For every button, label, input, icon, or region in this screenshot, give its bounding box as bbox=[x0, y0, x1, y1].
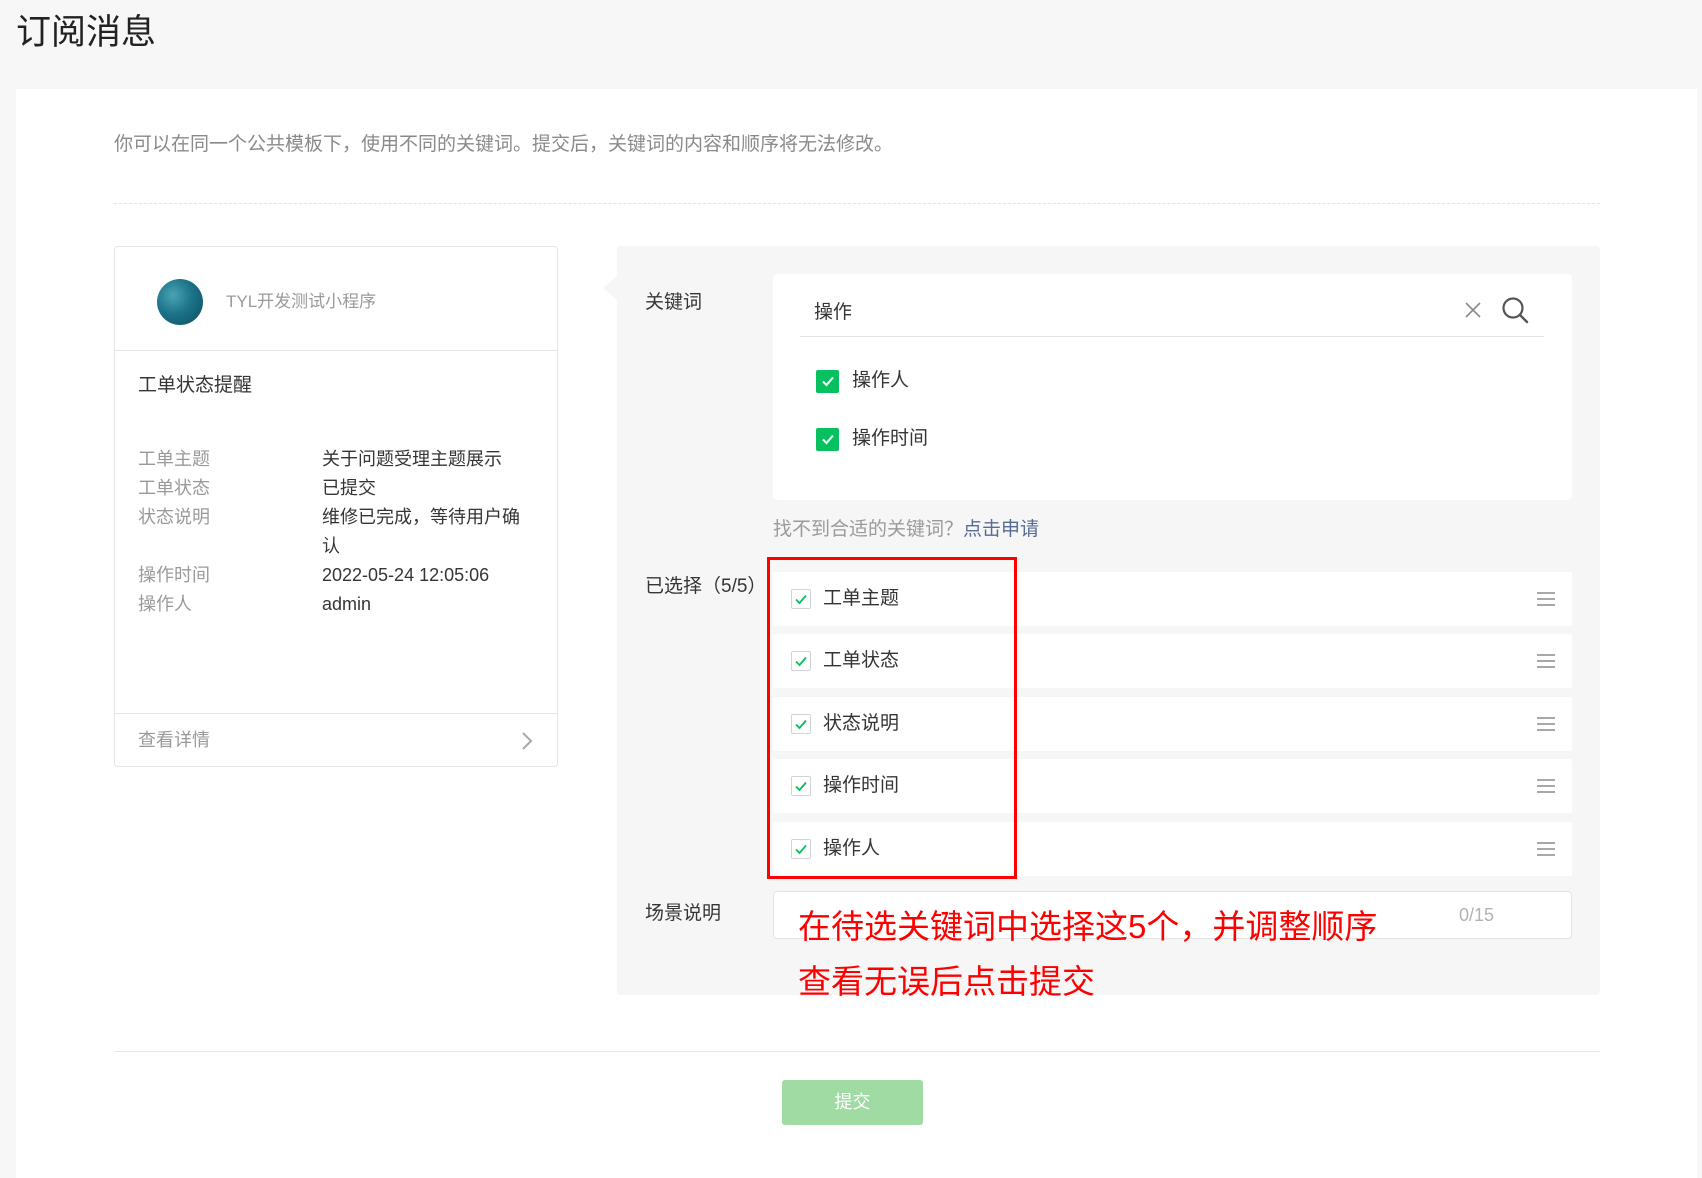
annotation-line: 查看无误后点击提交 bbox=[798, 963, 1095, 1000]
keyword-search-field bbox=[800, 284, 1544, 337]
checkbox-checked[interactable] bbox=[816, 427, 839, 451]
drag-handle-icon[interactable] bbox=[1536, 652, 1556, 670]
main-panel: 你可以在同一个公共模板下，使用不同的关键词。提交后，关键词的内容和顺序将无法修改… bbox=[16, 89, 1697, 1178]
chevron-right-icon bbox=[522, 732, 533, 750]
annotation-highlight-box bbox=[767, 557, 1017, 879]
keywords-label: 关键词 bbox=[645, 292, 703, 313]
scene-char-counter: 0/15 bbox=[1459, 905, 1495, 925]
drag-handle-icon[interactable] bbox=[1536, 840, 1556, 858]
preview-fields: 工单主题 关于问题受理主题展示 工单状态 已提交 状态说明 维修已完成，等待用户… bbox=[138, 445, 528, 619]
annotation-line: 在待选关键词中选择这5个，并调整顺序 bbox=[798, 908, 1378, 945]
not-found-text: 找不到合适的关键词？ bbox=[773, 519, 964, 540]
checkbox-checked[interactable] bbox=[816, 369, 839, 393]
keyword-result-label: 操作时间 bbox=[852, 428, 929, 449]
preview-header: TYL开发测试小程序 bbox=[115, 247, 557, 351]
check-icon bbox=[821, 376, 834, 387]
submit-button[interactable]: 提交 bbox=[782, 1080, 923, 1125]
field-label: 操作人 bbox=[138, 594, 192, 614]
field-value: 已提交 bbox=[322, 478, 376, 498]
search-icon[interactable] bbox=[1500, 295, 1530, 325]
field-label: 工单主题 bbox=[138, 449, 210, 469]
drag-handle-icon[interactable] bbox=[1536, 777, 1556, 795]
drag-handle-icon[interactable] bbox=[1536, 715, 1556, 733]
field-label: 工单状态 bbox=[138, 478, 210, 498]
template-title: 工单状态提醒 bbox=[138, 375, 253, 396]
app-avatar bbox=[157, 279, 203, 325]
keyword-result-item[interactable]: 操作时间 bbox=[816, 426, 928, 452]
selected-label: 已选择（5/5） bbox=[645, 576, 767, 597]
scene-label: 场景说明 bbox=[645, 903, 722, 924]
drag-handle-icon[interactable] bbox=[1536, 590, 1556, 608]
close-icon[interactable] bbox=[1462, 299, 1484, 321]
field-value: 2022-05-24 12:05:06 bbox=[322, 565, 490, 585]
keyword-search-box: 操作人 操作时间 bbox=[773, 274, 1572, 500]
keyword-result-item[interactable]: 操作人 bbox=[816, 368, 909, 394]
app-name: TYL开发测试小程序 bbox=[226, 292, 377, 311]
check-icon bbox=[821, 434, 834, 445]
keyword-not-found-hint: 找不到合适的关键词？点击申请 bbox=[773, 517, 1039, 543]
keyword-result-label: 操作人 bbox=[852, 370, 910, 391]
field-value: 关于问题受理主题展示 bbox=[322, 449, 502, 469]
keyword-editor: 关键词 操作人 bbox=[603, 246, 1600, 995]
dashed-divider bbox=[114, 203, 1600, 204]
page-title: 订阅消息 bbox=[16, 13, 157, 52]
view-details-label: 查看详情 bbox=[138, 730, 210, 750]
field-value: admin bbox=[322, 594, 372, 614]
keyword-search-input[interactable] bbox=[800, 290, 1440, 330]
bottom-divider bbox=[114, 1051, 1600, 1052]
annotation-text: 在待选关键词中选择这5个，并调整顺序 查看无误后点击提交 bbox=[798, 899, 1377, 1009]
field-value: 维修已完成，等待用户确认 bbox=[322, 507, 520, 556]
field-label: 操作时间 bbox=[138, 565, 210, 585]
view-details-link[interactable]: 查看详情 bbox=[115, 713, 557, 767]
apply-keyword-link[interactable]: 点击申请 bbox=[963, 519, 1039, 540]
notice-text: 你可以在同一个公共模板下，使用不同的关键词。提交后，关键词的内容和顺序将无法修改… bbox=[114, 134, 894, 155]
editor-pointer-arrow bbox=[603, 276, 617, 300]
message-preview-card: TYL开发测试小程序 工单状态提醒 工单主题 关于问题受理主题展示 工单状态 已… bbox=[114, 246, 558, 767]
field-label: 状态说明 bbox=[138, 507, 210, 527]
